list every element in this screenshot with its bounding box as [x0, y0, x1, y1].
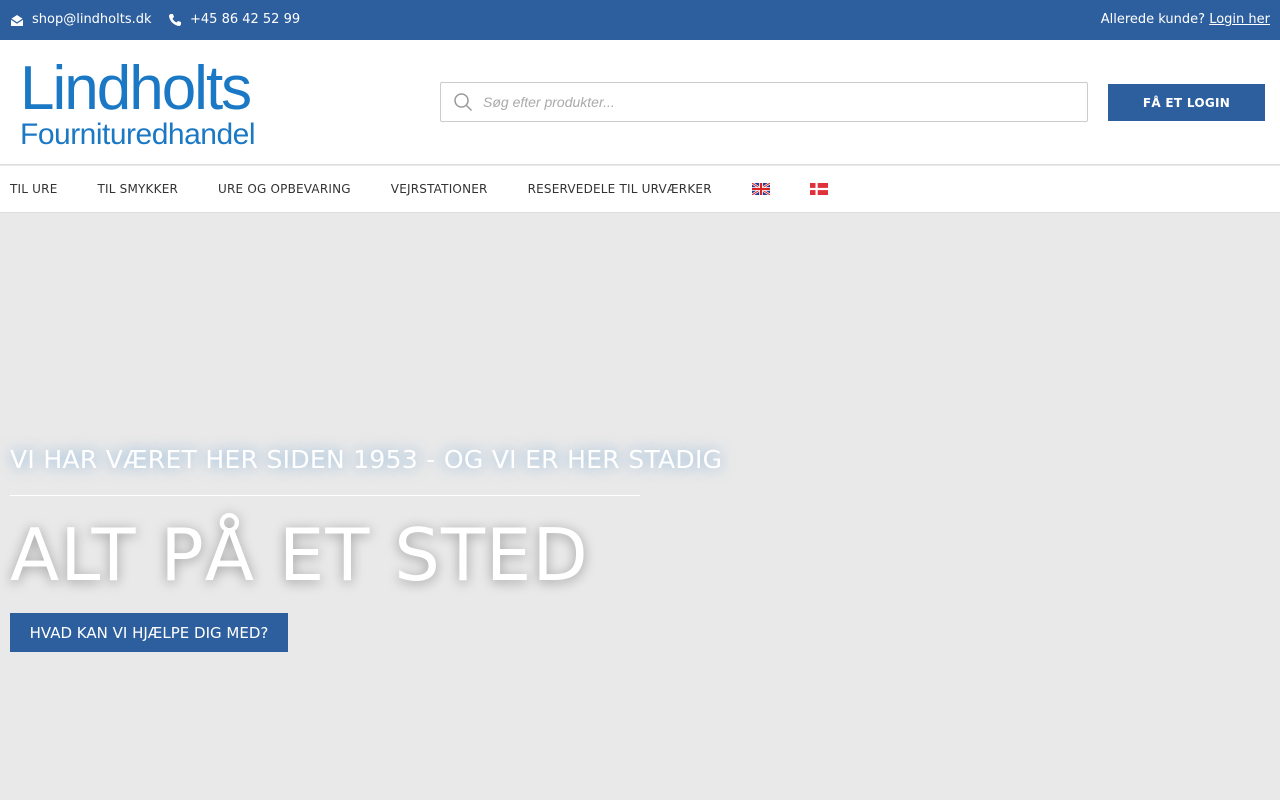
phone-icon: [169, 13, 181, 26]
envelope-open-icon: [10, 14, 24, 26]
logo-line1: Lindholts: [20, 54, 252, 123]
hero-section: VI HAR VÆRET HER SIDEN 1953 - OG VI ER H…: [0, 213, 1280, 800]
header: Lindholts Fournituredhandel FÅ ET LOGIN: [0, 40, 1280, 165]
login-prompt: Allerede kunde? Login her: [1101, 12, 1270, 27]
search-input[interactable]: [483, 94, 1043, 110]
nav-item-til-smykker[interactable]: TIL SMYKKER: [77, 182, 198, 196]
uk-flag-icon[interactable]: [751, 183, 770, 195]
denmark-flag-icon[interactable]: [809, 183, 828, 195]
login-prompt-text: Allerede kunde?: [1100, 12, 1206, 27]
hero-divider: [10, 495, 640, 496]
email-contact[interactable]: shop@lindholts.dk: [10, 12, 152, 27]
hero-headline: ALT PÅ ET STED: [10, 513, 589, 597]
phone-contact[interactable]: +45 86 42 52 99: [168, 12, 300, 27]
login-link[interactable]: Login her: [1209, 12, 1270, 27]
hero-subtitle: VI HAR VÆRET HER SIDEN 1953 - OG VI ER H…: [10, 445, 723, 474]
search-icon: [454, 93, 473, 112]
email-text[interactable]: shop@lindholts.dk: [32, 12, 152, 27]
logo-line2: Fournituredhandel: [20, 118, 256, 151]
logo[interactable]: Lindholts Fournituredhandel: [20, 54, 256, 151]
nav-item-ure-og-opbevaring[interactable]: URE OG OPBEVARING: [198, 182, 371, 196]
help-cta-button[interactable]: HVAD KAN VI HJÆLPE DIG MED?: [10, 613, 288, 652]
nav-item-vejrstationer[interactable]: VEJRSTATIONER: [371, 182, 508, 196]
search-box[interactable]: [440, 82, 1088, 122]
phone-text[interactable]: +45 86 42 52 99: [190, 12, 300, 27]
nav-item-reservedele[interactable]: RESERVEDELE TIL URVÆRKER: [508, 182, 732, 196]
get-login-button[interactable]: FÅ ET LOGIN: [1108, 84, 1265, 121]
top-bar: shop@lindholts.dk +45 86 42 52 99 Allere…: [0, 0, 1280, 40]
main-navigation: TIL URE TIL SMYKKER URE OG OPBEVARING VE…: [0, 166, 1280, 213]
nav-item-til-ure[interactable]: TIL URE: [0, 182, 77, 196]
